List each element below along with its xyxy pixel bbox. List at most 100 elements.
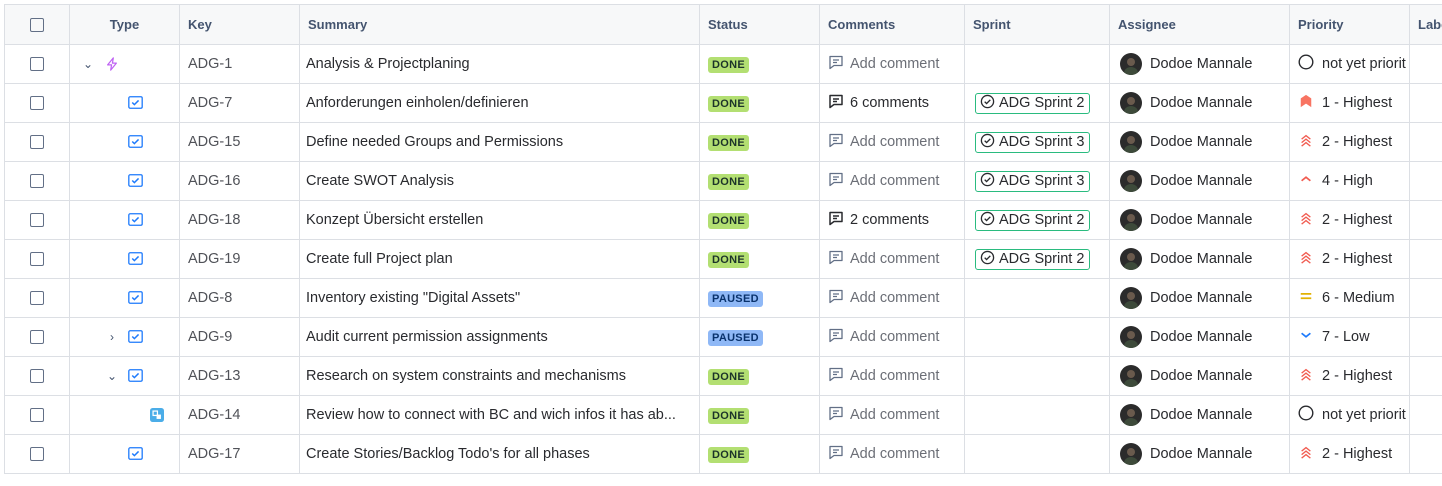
comments-cell[interactable]: Add comment (819, 122, 965, 162)
table-row[interactable]: ADG-15 Define needed Groups and Permissio… (4, 122, 1442, 162)
column-header-type[interactable]: Type (69, 4, 180, 45)
issue-summary[interactable]: Create full Project plan (299, 239, 700, 279)
table-row[interactable]: ADG-7 Anforderungen einholen/definieren DO… (4, 83, 1442, 123)
row-select-cell[interactable] (4, 317, 70, 357)
table-row[interactable]: ⌄ ADG-1 Analysis & Projectplaning DONE Add c… (4, 44, 1442, 84)
column-header-assignee[interactable]: Assignee (1109, 4, 1290, 45)
status-cell[interactable]: DONE (699, 44, 820, 84)
issue-summary[interactable]: Anforderungen einholen/definieren (299, 83, 700, 123)
status-badge[interactable]: DONE (708, 134, 749, 151)
sprint-cell[interactable] (964, 44, 1110, 84)
priority-cell[interactable]: 2 - Highest (1289, 356, 1410, 396)
column-header-summary[interactable]: Summary (299, 4, 700, 45)
status-badge[interactable]: DONE (708, 56, 749, 73)
column-header-priority[interactable]: Priority (1289, 4, 1410, 45)
column-header-comments[interactable]: Comments (819, 4, 965, 45)
issue-summary[interactable]: Review how to connect with BC and wich i… (299, 395, 700, 435)
priority-cell[interactable]: not yet priorit (1289, 44, 1410, 84)
issue-summary[interactable]: Konzept Übersicht erstellen (299, 200, 700, 240)
status-badge[interactable]: DONE (708, 446, 749, 463)
priority-cell[interactable]: 4 - High (1289, 161, 1410, 201)
labels-cell[interactable] (1409, 356, 1442, 396)
status-cell[interactable]: PAUSED (699, 278, 820, 318)
status-cell[interactable]: DONE (699, 239, 820, 279)
status-cell[interactable]: DONE (699, 161, 820, 201)
row-checkbox[interactable] (30, 96, 44, 111)
issue-summary[interactable]: Research on system constraints and mecha… (299, 356, 700, 396)
status-cell[interactable]: DONE (699, 356, 820, 396)
sprint-cell[interactable]: ADG Sprint 2 (964, 200, 1110, 240)
issue-key[interactable]: ADG-14 (179, 395, 300, 435)
assignee-cell[interactable]: Dodoe Mannale (1109, 356, 1290, 396)
priority-cell[interactable]: not yet priorit (1289, 395, 1410, 435)
comment-label[interactable]: Add comment (850, 251, 939, 267)
issue-key[interactable]: ADG-15 (179, 122, 300, 162)
row-checkbox[interactable] (30, 135, 44, 150)
row-select-cell[interactable] (4, 356, 70, 396)
labels-cell[interactable] (1409, 83, 1442, 123)
status-cell[interactable]: DONE (699, 395, 820, 435)
row-select-cell[interactable] (4, 44, 70, 84)
table-row[interactable]: ADG-16 Create SWOT Analysis DONE Add commen… (4, 161, 1442, 201)
sprint-chip[interactable]: ADG Sprint 3 (975, 170, 1091, 192)
sprint-cell[interactable] (964, 434, 1110, 474)
status-badge[interactable]: DONE (708, 251, 749, 268)
comment-label[interactable]: Add comment (850, 56, 939, 72)
comments-cell[interactable]: Add comment (819, 434, 965, 474)
table-row[interactable]: ADG-14 Review how to connect with BC and … (4, 395, 1442, 435)
row-select-cell[interactable] (4, 83, 70, 123)
assignee-cell[interactable]: Dodoe Mannale (1109, 44, 1290, 84)
sprint-cell[interactable]: ADG Sprint 3 (964, 161, 1110, 201)
sprint-cell[interactable] (964, 356, 1110, 396)
comments-cell[interactable]: Add comment (819, 161, 965, 201)
status-badge[interactable]: DONE (708, 95, 749, 112)
row-select-cell[interactable] (4, 122, 70, 162)
status-badge[interactable]: DONE (708, 407, 749, 424)
labels-cell[interactable] (1409, 200, 1442, 240)
select-all-header[interactable] (4, 4, 70, 45)
row-checkbox[interactable] (30, 447, 44, 462)
issue-key[interactable]: ADG-19 (179, 239, 300, 279)
issue-key[interactable]: ADG-8 (179, 278, 300, 318)
sprint-cell[interactable]: ADG Sprint 2 (964, 239, 1110, 279)
comment-label[interactable]: Add comment (850, 446, 939, 462)
priority-cell[interactable]: 1 - Highest (1289, 83, 1410, 123)
sprint-chip[interactable]: ADG Sprint 2 (975, 209, 1091, 231)
comments-cell[interactable]: Add comment (819, 356, 965, 396)
assignee-cell[interactable]: Dodoe Mannale (1109, 317, 1290, 357)
priority-cell[interactable]: 2 - Highest (1289, 200, 1410, 240)
assignee-cell[interactable]: Dodoe Mannale (1109, 161, 1290, 201)
status-badge[interactable]: DONE (708, 173, 749, 190)
comments-cell[interactable]: 6 comments (819, 83, 965, 123)
row-select-cell[interactable] (4, 395, 70, 435)
labels-cell[interactable] (1409, 278, 1442, 318)
issue-summary[interactable]: Analysis & Projectplaning (299, 44, 700, 84)
comment-label[interactable]: Add comment (850, 368, 939, 384)
comment-label[interactable]: Add comment (850, 329, 939, 345)
table-row[interactable]: ADG-17 Create Stories/Backlog Todo's for … (4, 434, 1442, 474)
priority-cell[interactable]: 2 - Highest (1289, 122, 1410, 162)
comment-label[interactable]: 6 comments (850, 95, 929, 111)
issue-summary[interactable]: Audit current permission assignments (299, 317, 700, 357)
assignee-cell[interactable]: Dodoe Mannale (1109, 434, 1290, 474)
issue-key[interactable]: ADG-13 (179, 356, 300, 396)
column-header-sprint[interactable]: Sprint (964, 4, 1110, 45)
row-checkbox[interactable] (30, 291, 44, 306)
chevron-down-icon[interactable]: ⌄ (82, 57, 94, 71)
row-checkbox[interactable] (30, 213, 44, 228)
sprint-cell[interactable]: ADG Sprint 3 (964, 122, 1110, 162)
row-select-cell[interactable] (4, 278, 70, 318)
labels-cell[interactable] (1409, 161, 1442, 201)
sprint-cell[interactable] (964, 278, 1110, 318)
table-row[interactable]: ADG-18 Konzept Übersicht erstellen DONE 2 c… (4, 200, 1442, 240)
comments-cell[interactable]: Add comment (819, 44, 965, 84)
sprint-chip[interactable]: ADG Sprint 2 (975, 92, 1091, 114)
row-checkbox[interactable] (30, 408, 44, 423)
status-badge[interactable]: DONE (708, 368, 749, 385)
column-header-status[interactable]: Status (699, 4, 820, 45)
status-cell[interactable]: DONE (699, 83, 820, 123)
sprint-cell[interactable]: ADG Sprint 2 (964, 83, 1110, 123)
column-header-key[interactable]: Key (179, 4, 300, 45)
table-row[interactable]: ⌄ ADG-13 Research on system constraints an… (4, 356, 1442, 396)
sprint-cell[interactable] (964, 395, 1110, 435)
